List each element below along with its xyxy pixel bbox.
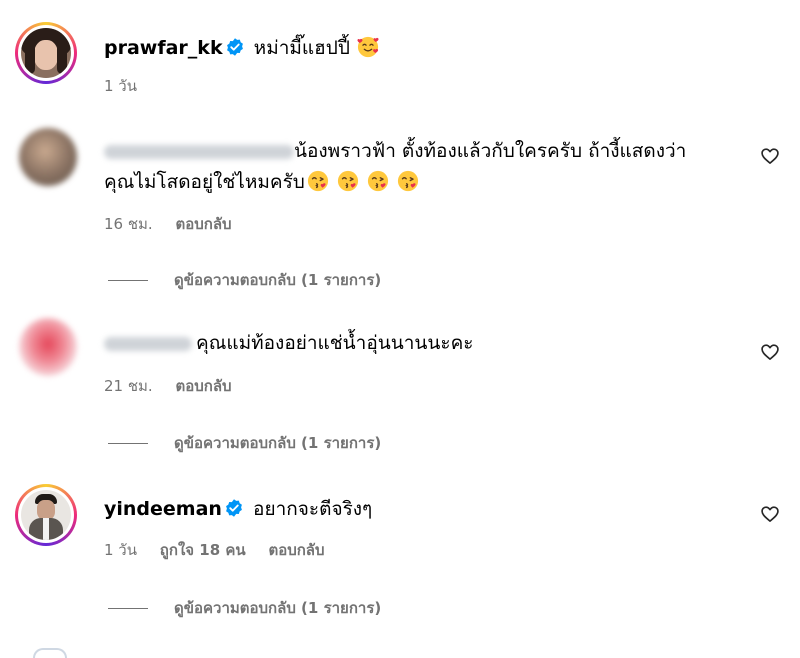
comment-3: yindeeman อยากจะตีจริงๆ 1 วัน ถูกใจ 18 ค… xyxy=(15,482,800,622)
next-comment-partial xyxy=(33,648,67,658)
divider-line xyxy=(108,279,148,281)
likes-count[interactable]: ถูกใจ 18 คน xyxy=(160,541,246,559)
face-blowing-kiss-emoji xyxy=(397,170,419,192)
reply-button[interactable]: ตอบกลับ xyxy=(268,541,324,559)
commenter-username-blurred[interactable] xyxy=(104,144,294,159)
divider-line xyxy=(108,442,148,444)
view-replies-label: ดูข้อความตอบกลับ (1 รายการ) xyxy=(174,434,382,452)
comment-1: น้องพราวฟ้า ตั้งท้องแล้วกับใครครับ ถ้างี… xyxy=(15,128,800,298)
face-blowing-kiss-emoji xyxy=(367,170,389,192)
commenter-username-blurred[interactable] xyxy=(104,336,192,351)
smiling-face-with-hearts-emoji xyxy=(357,36,379,58)
comment-body: คุณแม่ท้องอย่าแช่น้ำอุ่นนานนะคะ xyxy=(104,328,474,359)
commenter-avatar[interactable] xyxy=(19,128,77,186)
reply-button[interactable]: ตอบกลับ xyxy=(175,377,231,395)
post-caption: หม่ามี๊แฮปปี้ xyxy=(253,37,350,59)
view-replies-button[interactable]: ดูข้อความตอบกลับ (1 รายการ) xyxy=(108,596,381,620)
comment-time: 16 ชม. xyxy=(104,215,153,233)
commenter-username[interactable]: yindeeman xyxy=(104,498,222,520)
commenter-avatar[interactable] xyxy=(19,318,77,376)
author-avatar[interactable] xyxy=(15,22,77,84)
view-replies-label: ดูข้อความตอบกลับ (1 รายการ) xyxy=(174,271,382,289)
view-replies-button[interactable]: ดูข้อความตอบกลับ (1 รายการ) xyxy=(108,431,381,455)
heart-outline-icon[interactable] xyxy=(760,342,780,362)
divider-line xyxy=(108,607,148,609)
verified-badge-icon xyxy=(224,498,244,518)
view-replies-label: ดูข้อความตอบกลับ (1 รายการ) xyxy=(174,599,382,617)
comment-time: 1 วัน xyxy=(104,541,137,559)
comment-text-line1: น้องพราวฟ้า ตั้งท้องแล้วกับใครครับ ถ้างี… xyxy=(294,140,687,162)
commenter-avatar[interactable] xyxy=(15,484,77,546)
face-blowing-kiss-emoji xyxy=(307,170,329,192)
post-caption-line: prawfar_kk หม่ามี๊แฮปปี้ xyxy=(104,33,379,64)
post-time: 1 วัน xyxy=(104,77,137,95)
comment-text: คุณแม่ท้องอย่าแช่น้ำอุ่นนานนะคะ xyxy=(196,332,474,354)
heart-outline-icon[interactable] xyxy=(760,504,780,524)
comment-meta: 1 วัน ถูกใจ 18 คน ตอบกลับ xyxy=(104,538,343,562)
comment-meta: 21 ชม. ตอบกลับ xyxy=(104,374,250,398)
post-username[interactable]: prawfar_kk xyxy=(104,37,223,59)
comment-body: yindeeman อยากจะตีจริงๆ xyxy=(104,494,372,525)
comment-meta: 16 ชม. ตอบกลับ xyxy=(104,212,250,236)
face-blowing-kiss-emoji xyxy=(337,170,359,192)
verified-badge-icon xyxy=(225,37,245,57)
view-replies-button[interactable]: ดูข้อความตอบกลับ (1 รายการ) xyxy=(108,268,381,292)
comment-body: น้องพราวฟ้า ตั้งท้องแล้วกับใครครับ ถ้างี… xyxy=(104,136,764,198)
heart-outline-icon[interactable] xyxy=(760,146,780,166)
comment-text: อยากจะตีจริงๆ xyxy=(253,498,373,520)
post-header: prawfar_kk หม่ามี๊แฮปปี้ 1 วัน xyxy=(15,14,795,104)
comment-text-line2: คุณไม่โสดอยู่ใช่ไหมครับ xyxy=(104,171,305,193)
comment-2: คุณแม่ท้องอย่าแช่น้ำอุ่นนานนะคะ 21 ชม. ต… xyxy=(15,318,800,458)
reply-button[interactable]: ตอบกลับ xyxy=(175,215,231,233)
comment-time: 21 ชม. xyxy=(104,377,153,395)
